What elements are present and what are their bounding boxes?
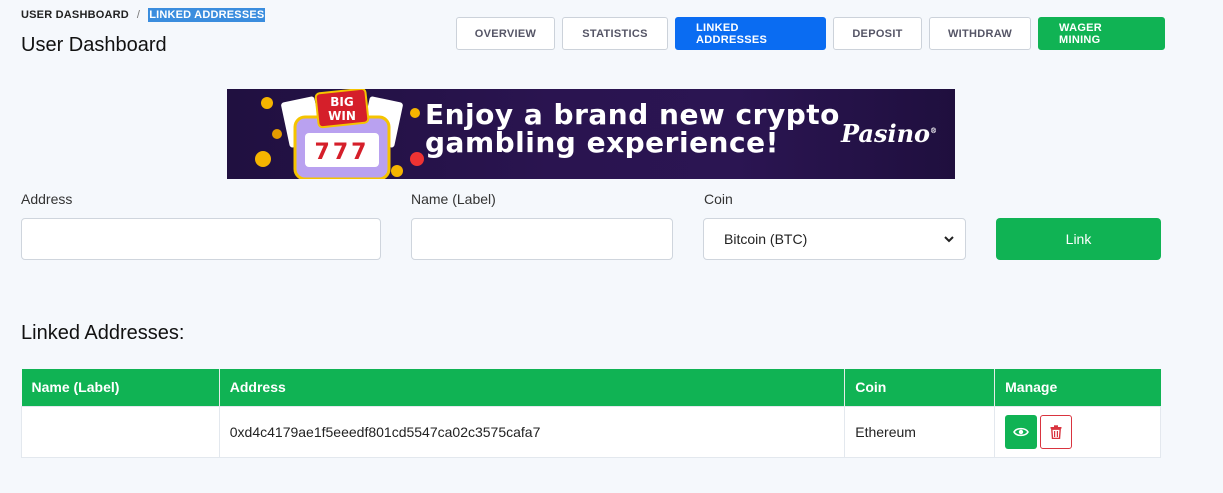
address-label: Address	[21, 191, 73, 207]
link-button[interactable]: Link	[996, 218, 1161, 260]
row-address-cell: 0xd4c4179ae1f5eeedf801cd5547ca02c3575caf…	[218, 405, 846, 458]
breadcrumb-root[interactable]: USER DASHBOARD	[21, 9, 129, 21]
name-label: Name (Label)	[411, 191, 496, 207]
banner-headline-line2: gambling experience!	[425, 126, 779, 159]
coin-select-value: Bitcoin (BTC)	[724, 231, 808, 247]
breadcrumb-current: LINKED ADDRESSES	[148, 8, 266, 22]
promo-banner[interactable]: BIG WIN 777 Enjoy a brand new crypto gam…	[227, 89, 955, 179]
page-title: User Dashboard	[21, 34, 167, 56]
brand-logo: Pasino®	[841, 119, 938, 148]
address-input[interactable]	[21, 218, 381, 260]
brand-name: Pasino	[841, 119, 931, 148]
column-header-manage: Manage	[994, 369, 1161, 406]
breadcrumb: USER DASHBOARD / LINKED ADDRESSES	[21, 8, 266, 22]
badge-big-text: BIG	[330, 95, 353, 109]
badge-win-text: WIN	[328, 109, 356, 123]
delete-button[interactable]	[1040, 414, 1073, 449]
row-coin-cell: Ethereum	[844, 405, 996, 458]
trash-icon	[1050, 424, 1062, 439]
tab-deposit[interactable]: DEPOSIT	[833, 17, 922, 50]
breadcrumb-separator: /	[136, 9, 141, 21]
name-input[interactable]	[411, 218, 673, 260]
row-name-cell	[21, 405, 220, 458]
tab-linked-addresses[interactable]: LINKED ADDRESSES	[675, 17, 826, 50]
chevron-down-icon	[944, 236, 954, 243]
slot-machine-illustration: BIG WIN 777	[255, 89, 424, 179]
linked-addresses-table: Name (Label) Address Coin Manage 0xd4c41…	[21, 369, 1161, 458]
column-header-coin: Coin	[844, 369, 996, 406]
tab-overview[interactable]: OVERVIEW	[456, 17, 555, 50]
tab-withdraw[interactable]: WITHDRAW	[929, 17, 1031, 50]
dashboard-tabs: OVERVIEW STATISTICS LINKED ADDRESSES DEP…	[456, 17, 1165, 50]
slot-reels-text: 777	[315, 140, 370, 165]
row-manage-cell	[994, 405, 1161, 458]
eye-icon	[1013, 427, 1030, 436]
coin-select[interactable]: Bitcoin (BTC)	[703, 218, 966, 260]
table-header-row: Name (Label) Address Coin Manage	[21, 369, 1161, 406]
banner-headline: Enjoy a brand new crypto gambling experi…	[425, 101, 840, 157]
tab-statistics[interactable]: STATISTICS	[562, 17, 668, 50]
column-header-name: Name (Label)	[21, 369, 220, 406]
linked-addresses-title: Linked Addresses:	[21, 322, 185, 344]
column-header-address: Address	[219, 369, 846, 406]
view-button[interactable]	[1005, 414, 1038, 449]
coin-label: Coin	[704, 191, 733, 207]
table-row: 0xd4c4179ae1f5eeedf801cd5547ca02c3575caf…	[21, 405, 1161, 458]
tab-wager-mining[interactable]: WAGER MINING	[1038, 17, 1165, 50]
banner-headline-line1: Enjoy a brand new crypto	[425, 98, 840, 131]
